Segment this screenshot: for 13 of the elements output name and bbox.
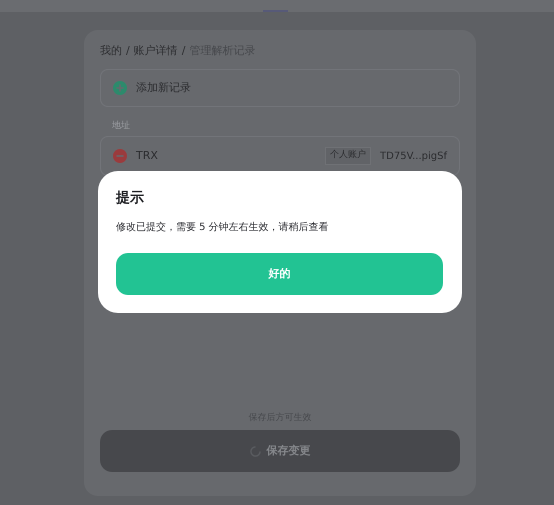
breadcrumb-link[interactable]: 账户详情	[134, 43, 178, 59]
plus-icon	[113, 81, 127, 95]
breadcrumb-link[interactable]: 我的	[100, 43, 122, 59]
record-address: TD75V...pigSf	[380, 150, 447, 164]
minus-icon[interactable]	[113, 149, 127, 163]
breadcrumb-separator: /	[126, 43, 130, 59]
dialog-title: 提示	[116, 189, 145, 208]
add-record-button[interactable]: 添加新记录	[100, 69, 460, 107]
account-tag: 个人账户	[325, 147, 372, 165]
breadcrumb-separator: /	[182, 43, 186, 59]
ok-button[interactable]: 好的	[116, 253, 443, 295]
dialog-message: 修改已提交，需要 5 分钟左右生效，请稍后查看	[116, 221, 330, 235]
record-name: TRX	[136, 148, 159, 164]
